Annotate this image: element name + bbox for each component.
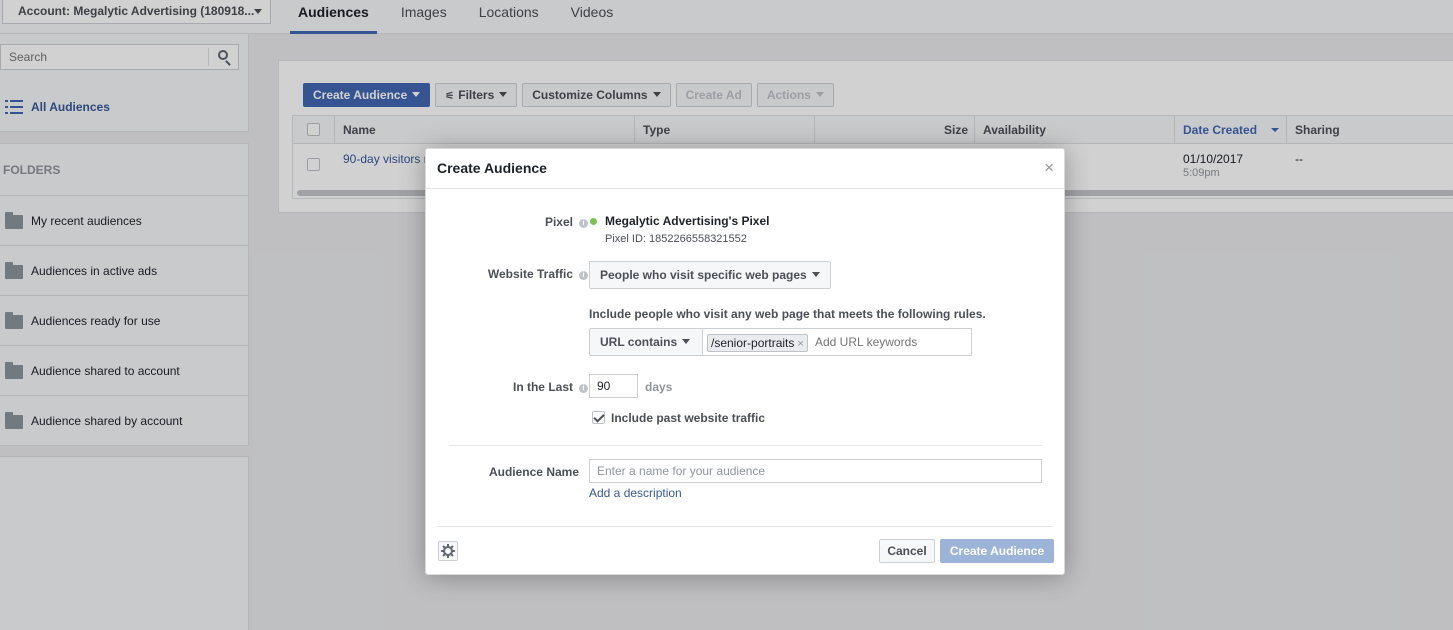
chevron-down-icon — [682, 339, 691, 344]
website-traffic-value: People who visit specific web pages — [600, 268, 807, 282]
info-icon[interactable]: i — [579, 384, 588, 393]
days-label: days — [645, 380, 673, 394]
info-icon[interactable]: i — [579, 219, 588, 228]
audience-name-input[interactable] — [589, 459, 1042, 483]
url-keyword-text: /senior-portraits — [711, 336, 795, 350]
rule-description: Include people who visit any web page th… — [589, 307, 986, 321]
pixel-name: Megalytic Advertising's Pixel — [605, 214, 770, 228]
gear-icon — [441, 544, 455, 558]
pixel-status-dot — [590, 218, 597, 225]
pixel-id: Pixel ID: 1852266558321552 — [605, 233, 747, 245]
website-traffic-select[interactable]: People who visit specific web pages — [589, 261, 831, 289]
pixel-label: Pixel i — [426, 215, 588, 229]
in-the-last-label-text: In the Last — [512, 380, 573, 394]
include-past-label: Include past website traffic — [611, 411, 766, 425]
website-traffic-label-text: Website Traffic — [487, 267, 573, 281]
dialog-title: Create Audience — [437, 160, 547, 176]
chevron-down-icon — [811, 272, 820, 277]
url-keyword-token: /senior-portraits × — [707, 334, 808, 352]
url-keywords-box[interactable]: /senior-portraits × — [702, 328, 972, 356]
close-icon[interactable]: × — [1044, 159, 1054, 176]
website-traffic-label: Website Traffic i — [426, 267, 588, 281]
url-rule-value: URL contains — [600, 335, 678, 349]
in-the-last-label: In the Last i — [426, 380, 588, 394]
settings-button[interactable] — [438, 541, 458, 561]
info-icon[interactable]: i — [579, 271, 588, 280]
section-divider — [449, 445, 1042, 446]
url-keywords-input[interactable] — [815, 333, 965, 351]
remove-token-icon[interactable]: × — [797, 338, 803, 350]
cancel-button[interactable]: Cancel — [879, 539, 935, 563]
include-past-checkbox[interactable] — [592, 411, 605, 424]
audience-name-label: Audience Name — [488, 465, 579, 479]
create-audience-dialog: Create Audience × Pixel i Megalytic Adver… — [425, 148, 1065, 575]
dialog-header: Create Audience × — [426, 149, 1064, 189]
days-input[interactable] — [589, 374, 638, 398]
url-rule-select[interactable]: URL contains — [589, 328, 703, 356]
pixel-label-text: Pixel — [544, 215, 573, 229]
add-description-link[interactable]: Add a description — [589, 486, 682, 500]
footer-divider — [437, 526, 1053, 527]
create-audience-submit-button[interactable]: Create Audience — [940, 539, 1054, 563]
